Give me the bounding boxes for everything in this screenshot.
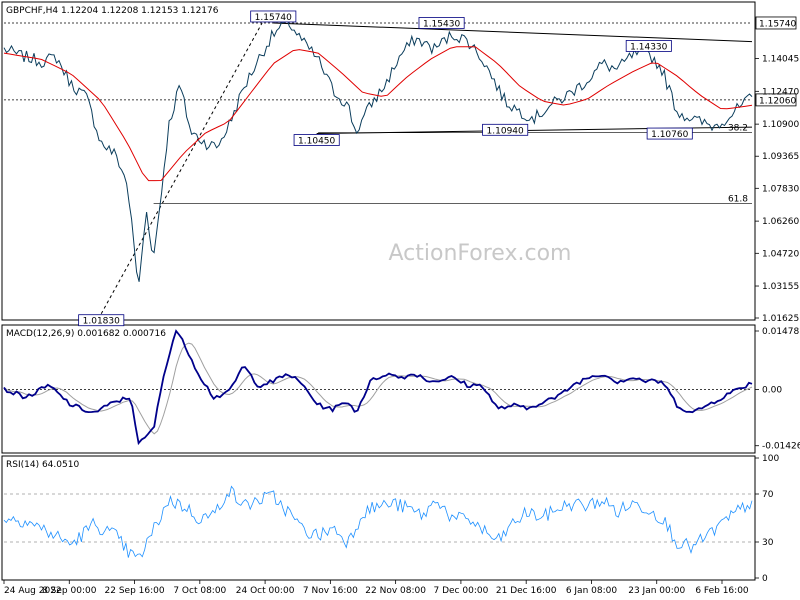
x-tick-label: 24 Oct 00:00	[236, 586, 295, 596]
x-tick-label: 22 Nov 08:00	[365, 586, 426, 596]
x-tick-label: 22 Sep 16:00	[105, 586, 165, 596]
rsi-line	[3, 485, 753, 558]
chart-canvas: ActionForex.com GBPCHF,H4 1.12204 1.1220…	[1, 1, 800, 596]
x-tick-label: 7 Nov 16:00	[303, 586, 358, 596]
swing-label-text: 1.15430	[423, 19, 460, 29]
macd-panel-title: MACD(12,26,9) 0.001682 0.000716	[6, 329, 166, 339]
macd-signal-line	[3, 342, 753, 435]
macd-y-tick-label: 0.00	[762, 385, 782, 395]
current-price-tag-text: 1.12060	[759, 96, 796, 106]
price-y-tick-label: 1.03155	[762, 282, 799, 292]
x-tick-label: 23 Jan 00:00	[628, 586, 685, 596]
price-y-tick-label: 1.10900	[762, 120, 799, 130]
price-y-tick-label: 1.09365	[762, 152, 799, 162]
resistance-price-tag-text: 1.15740	[759, 19, 796, 29]
x-tick-label: 6 Jan 08:00	[566, 586, 618, 596]
upper-trendline	[273, 22, 753, 43]
watermark-text: ActionForex.com	[389, 241, 572, 266]
macd-y-tick-label: -0.014263	[762, 442, 800, 452]
rsi-y-tick-label: 100	[762, 454, 779, 464]
price-layer: 38.2 61.8 1.15740 1.15430 1.14330 1.10450 1.10…	[3, 10, 796, 327]
rsi-layer	[3, 485, 753, 558]
macd-panel-frame	[1, 324, 756, 454]
x-tick-label: 7 Dec 00:00	[434, 586, 489, 596]
price-y-tick-label: 1.12470	[762, 87, 799, 97]
swing-label-text: 1.10760	[651, 130, 688, 140]
x-tick-label: 21 Dec 16:00	[496, 586, 557, 596]
rsi-y-tick-label: 0	[762, 574, 768, 584]
price-y-tick-label: 1.07830	[762, 184, 799, 194]
rsi-panel-frame	[1, 455, 756, 581]
swing-label-text: 1.14330	[630, 42, 667, 52]
fib-level-label: 61.8	[728, 194, 748, 204]
swing-label-text: 1.01830	[83, 317, 120, 327]
price-y-tick-label: 1.04720	[762, 249, 799, 259]
price-panel-title: GBPCHF,H4 1.12204 1.12208 1.12153 1.1217…	[6, 6, 219, 16]
x-tick-label: 6 Feb 16:00	[695, 586, 749, 596]
macd-y-tick-label: 0.014787	[762, 327, 800, 337]
rsi-y-tick-label: 70	[762, 490, 774, 500]
macd-main-line	[3, 329, 753, 446]
price-y-tick-label: 1.01625	[762, 314, 799, 324]
rally-trendline	[100, 22, 263, 314]
x-tick-label: 7 Oct 08:00	[173, 586, 226, 596]
x-tick-label: 8 Sep 00:00	[42, 586, 97, 596]
swing-label-text: 1.10940	[487, 126, 524, 136]
price-series-line	[3, 15, 753, 282]
fib-level-label: 38.2	[728, 124, 748, 134]
swing-label-text: 1.10450	[298, 137, 335, 147]
swing-label-text: 1.15740	[255, 13, 292, 23]
price-y-tick-label: 1.14045	[762, 54, 799, 64]
moving-average-line	[3, 46, 753, 182]
macd-layer	[3, 329, 753, 446]
rsi-y-tick-label: 30	[762, 538, 774, 548]
price-y-tick-label: 1.06260	[762, 217, 799, 227]
rsi-panel-title: RSI(14) 64.0510	[6, 460, 79, 470]
